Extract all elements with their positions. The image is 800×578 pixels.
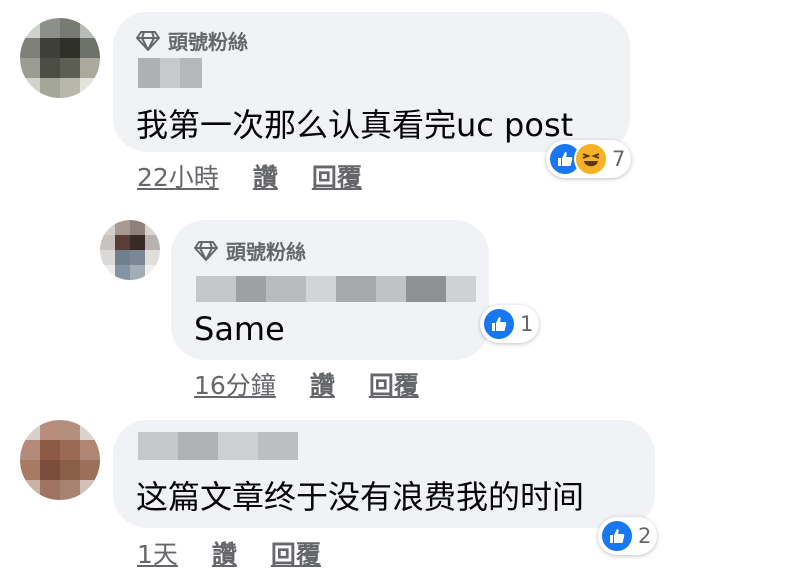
thumbs-up-icon (600, 519, 634, 553)
reply-button[interactable]: 回覆 (369, 366, 419, 402)
like-button[interactable]: 讚 (253, 158, 278, 194)
thumbs-up-icon (482, 307, 516, 341)
avatar[interactable] (100, 220, 160, 280)
comment-text: Same (194, 310, 285, 348)
timestamp[interactable]: 16分鐘 (194, 366, 276, 402)
top-fan-badge: 頭號粉絲 (194, 236, 306, 265)
comment-actions: 22小時 讚 回覆 (137, 158, 362, 194)
timestamp[interactable]: 22小時 (137, 158, 219, 194)
top-fan-badge: 頭號粉絲 (136, 26, 248, 55)
like-button[interactable]: 讚 (310, 366, 335, 402)
reaction-count: 1 (520, 312, 534, 336)
reaction-summary[interactable]: 2 (598, 517, 658, 555)
avatar[interactable] (20, 18, 100, 98)
avatar[interactable] (20, 420, 100, 500)
timestamp[interactable]: 1天 (137, 535, 178, 571)
reaction-count: 7 (612, 147, 626, 171)
author-name[interactable] (138, 58, 202, 88)
reaction-summary[interactable]: 7 (546, 140, 632, 178)
author-name[interactable] (196, 276, 476, 302)
author-name[interactable] (138, 432, 298, 460)
badge-label: 頭號粉絲 (168, 30, 248, 54)
comment-text: 这篇文章终于没有浪费我的时间 (136, 478, 585, 516)
comment-actions: 16分鐘 讚 回覆 (194, 366, 419, 402)
diamond-icon (136, 30, 160, 51)
comment-actions: 1天 讚 回覆 (137, 535, 321, 571)
diamond-icon (194, 240, 218, 261)
comment-text: 我第一次那么认真看完uc post (136, 106, 574, 144)
reaction-summary[interactable]: 1 (480, 305, 540, 343)
haha-emoji-icon (574, 142, 608, 176)
reply-button[interactable]: 回覆 (271, 535, 321, 571)
reaction-count: 2 (638, 524, 652, 548)
badge-label: 頭號粉絲 (226, 240, 306, 264)
like-button[interactable]: 讚 (212, 535, 237, 571)
reply-button[interactable]: 回覆 (312, 158, 362, 194)
